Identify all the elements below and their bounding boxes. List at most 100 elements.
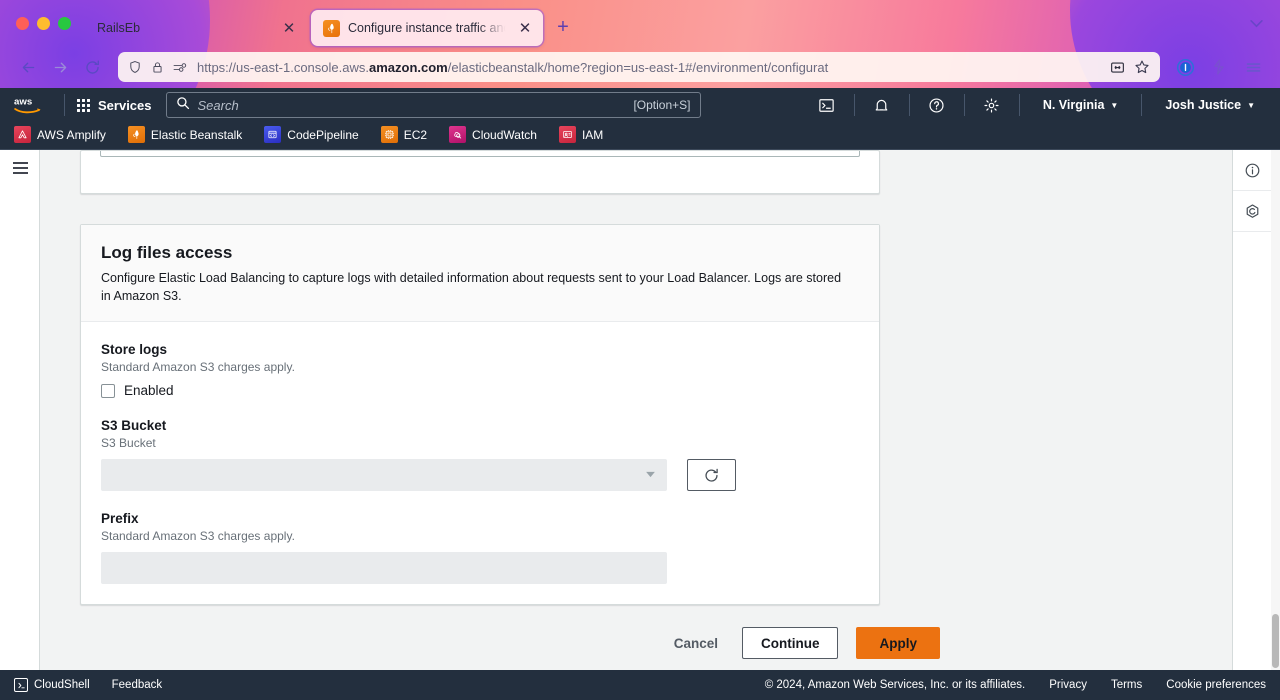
url-prefix: https://us-east-1.console.aws. <box>197 59 369 75</box>
footer-feedback-link[interactable]: Feedback <box>112 679 163 691</box>
divider <box>1018 94 1020 116</box>
window-close-button[interactable] <box>16 16 29 30</box>
favorite-label: CloudWatch <box>472 127 537 142</box>
divider <box>853 94 855 116</box>
field-hint: Standard Amazon S3 charges apply. <box>101 360 295 375</box>
iam-icon <box>558 126 576 143</box>
account-label: Josh Justice <box>1165 98 1242 112</box>
favorite-iam[interactable]: IAM <box>558 126 615 143</box>
cloudshell-icon[interactable] <box>812 92 842 118</box>
elastic-beanstalk-icon <box>323 19 340 37</box>
aws-logo[interactable]: aws <box>14 94 52 116</box>
browser-tab-configure-instance-traffic[interactable]: Configure instance traffic and s ✕ <box>311 10 543 46</box>
window-traffic-lights <box>14 0 85 46</box>
close-icon[interactable]: ✕ <box>515 18 535 38</box>
address-bar[interactable]: https://us-east-1.console.aws.amazon.com… <box>118 52 1160 82</box>
right-helper-rail <box>1232 150 1272 670</box>
region-selector[interactable]: N. Virginia ▼ <box>1032 98 1130 112</box>
window-maximize-button[interactable] <box>58 16 71 30</box>
lock-icon[interactable] <box>151 61 164 74</box>
svg-text:aws: aws <box>14 96 32 107</box>
content-inner: Log files access Configure Elastic Load … <box>80 150 940 660</box>
browser-chrome: RailsEb ✕ Configure instance traffic and… <box>0 0 1280 88</box>
divider <box>908 94 910 116</box>
aws-amplify-icon <box>14 126 31 143</box>
new-tab-button[interactable]: + <box>553 17 573 37</box>
app-menu-icon[interactable] <box>1238 51 1268 83</box>
url-host-bold: amazon.com <box>368 59 448 75</box>
footer-right: © 2024, Amazon Web Services, Inc. or its… <box>765 679 1266 691</box>
scrollbar-thumb[interactable] <box>1272 614 1279 668</box>
ec2-icon <box>380 126 398 143</box>
footer-left: CloudShell Feedback <box>14 678 162 692</box>
footer-cookie-preferences-link[interactable]: Cookie preferences <box>1166 679 1266 691</box>
field-label: Store logs <box>101 342 168 358</box>
field-hint: Standard Amazon S3 charges apply. <box>101 529 295 544</box>
bookmark-star-icon[interactable] <box>1134 59 1150 75</box>
cloudwatch-icon <box>449 126 467 143</box>
notifications-bell-icon[interactable] <box>867 92 897 118</box>
favorite-ec2[interactable]: EC2 <box>380 126 439 143</box>
store-logs-checkbox-row[interactable]: Enabled <box>101 383 859 398</box>
field-label: Prefix <box>101 511 139 527</box>
tab-strip-right <box>1249 0 1280 46</box>
menu-hamburger-icon[interactable] <box>0 162 40 174</box>
page-scrollbar[interactable] <box>1271 150 1280 670</box>
prefix-input[interactable] <box>101 552 667 585</box>
favorites-bar: AWS Amplify Elastic Beanstalk CodePipeli… <box>0 122 1280 150</box>
forward-button[interactable] <box>44 51 76 83</box>
shield-hexagon-icon[interactable] <box>1233 191 1271 232</box>
card-description: Configure Elastic Load Balancing to capt… <box>101 271 842 304</box>
favorite-cloudwatch[interactable]: CloudWatch <box>449 126 549 143</box>
reload-button[interactable] <box>76 51 108 83</box>
chevron-down-icon[interactable] <box>1249 16 1264 31</box>
left-navigation-rail <box>0 150 40 670</box>
field-hint: S3 Bucket <box>101 436 156 451</box>
favorite-label: CodePipeline <box>287 127 359 142</box>
apply-button[interactable]: Apply <box>856 627 940 660</box>
field-store-logs: Store logs Standard Amazon S3 charges ap… <box>101 342 859 398</box>
browser-navigation-bar: https://us-east-1.console.aws.amazon.com… <box>0 46 1280 88</box>
browser-tab-railseb[interactable]: RailsEb ✕ <box>85 10 307 46</box>
s3-bucket-select[interactable] <box>101 459 667 492</box>
back-button[interactable] <box>12 51 44 83</box>
divider <box>1141 94 1143 116</box>
info-circle-icon[interactable] <box>1233 150 1271 191</box>
settings-gear-icon[interactable] <box>977 92 1007 118</box>
favorite-aws-amplify[interactable]: AWS Amplify <box>14 126 118 143</box>
previous-card-partial <box>80 150 880 194</box>
checkbox-label: Enabled <box>124 383 174 399</box>
shield-icon[interactable] <box>128 60 142 74</box>
help-question-icon[interactable] <box>922 92 952 118</box>
extension-1password-icon[interactable] <box>1170 51 1200 83</box>
search-input[interactable]: Search [Option+S] <box>165 92 701 118</box>
close-icon[interactable]: ✕ <box>279 18 299 38</box>
store-logs-checkbox[interactable] <box>101 383 115 398</box>
services-menu-button[interactable]: Services <box>77 98 152 113</box>
footer-privacy-link[interactable]: Privacy <box>1049 679 1087 691</box>
footer-terms-link[interactable]: Terms <box>1111 679 1142 691</box>
region-label: N. Virginia <box>1042 98 1105 112</box>
cancel-button[interactable]: Cancel <box>668 636 724 651</box>
continue-button[interactable]: Continue <box>741 627 839 660</box>
favorite-label: IAM <box>581 127 604 142</box>
footer-cloudshell-button[interactable]: CloudShell <box>14 678 90 692</box>
browser-toolbar-right <box>1170 51 1268 83</box>
url-text: https://us-east-1.console.aws.amazon.com… <box>197 60 1101 75</box>
chevron-down-icon: ▼ <box>1110 100 1119 110</box>
favorite-codepipeline[interactable]: CodePipeline <box>264 126 370 143</box>
extension-pocket-icon[interactable] <box>1204 51 1234 83</box>
window-minimize-button[interactable] <box>37 16 50 30</box>
account-menu[interactable]: Josh Justice ▼ <box>1154 98 1266 112</box>
page-body: Log files access Configure Elastic Load … <box>0 150 1280 670</box>
previous-card-input[interactable] <box>100 151 860 157</box>
permissions-icon[interactable] <box>173 61 188 74</box>
cloudshell-icon <box>14 678 28 692</box>
favorite-label: AWS Amplify <box>37 127 106 142</box>
field-prefix: Prefix Standard Amazon S3 charges apply. <box>101 511 859 585</box>
refresh-button[interactable] <box>687 459 736 492</box>
reader-view-icon[interactable] <box>1110 60 1125 75</box>
console-footer: CloudShell Feedback © 2024, Amazon Web S… <box>0 670 1280 700</box>
services-label: Services <box>98 97 152 113</box>
favorite-elastic-beanstalk[interactable]: Elastic Beanstalk <box>127 126 254 143</box>
